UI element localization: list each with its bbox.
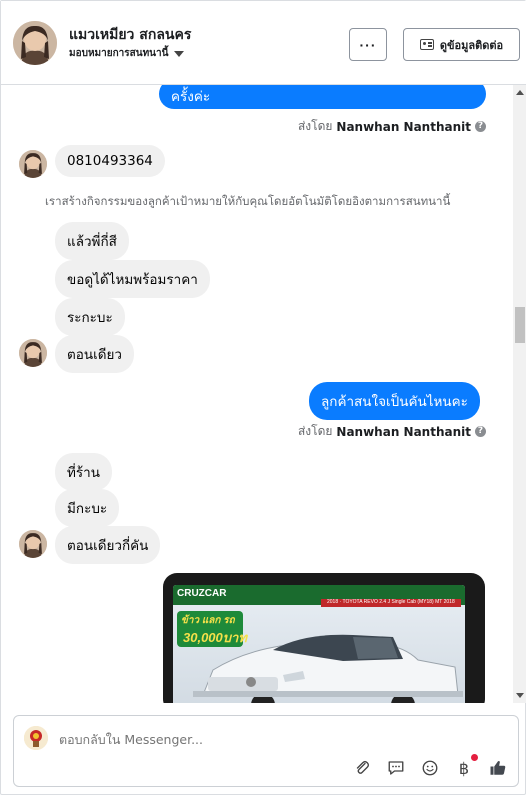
outgoing-message[interactable]: ลูกค้าสนใจเป็นคันไหนคะ [309, 382, 480, 420]
sent-by-prefix: ส่งโดย [297, 119, 333, 133]
system-note: เราสร้างกิจกรรมของลูกค้าเป้าหมายให้กับคุ… [45, 194, 451, 208]
sender-name: Nanwhan Nanthanit [336, 424, 471, 439]
contact-avatar[interactable] [13, 21, 57, 65]
advert-brand: CRUZCAR [177, 588, 227, 599]
composer-toolbar: ฿ [352, 754, 508, 778]
message-list-scrollbar[interactable] [513, 85, 526, 703]
like-thumbs-up-icon[interactable] [488, 758, 508, 778]
attach-file-icon[interactable] [352, 758, 372, 778]
contact-avatar-small[interactable] [19, 530, 47, 558]
contact-avatar-small[interactable] [19, 150, 47, 178]
assign-label: มอบหมายการสนทนานี้ [69, 48, 169, 59]
contact-info-label: ดูข้อมูลติดต่อ [439, 38, 504, 52]
sent-by-label: ส่งโดย Nanwhan Nanthanit ? [298, 422, 486, 441]
emoji-icon[interactable] [420, 758, 440, 778]
scroll-down-arrow-icon[interactable] [516, 693, 524, 698]
contact-avatar-small[interactable] [19, 339, 47, 367]
incoming-message[interactable]: แล้วพี่กี่สี [55, 222, 129, 260]
incoming-message[interactable]: มีกะบะ [55, 489, 120, 527]
scrollbar-thumb[interactable] [515, 307, 525, 343]
chat-window: แมวเหมียว สกลนคร มอบหมายการสนทนานี้ ··· … [0, 0, 526, 795]
conversation-header: แมวเหมียว สกลนคร มอบหมายการสนทนานี้ ··· … [1, 1, 526, 85]
incoming-message[interactable]: ขอดูได้ไหมพร้อมราคา [55, 260, 210, 298]
notification-dot [471, 754, 478, 761]
advert-model-text: 2018 · TOYOTA REVO 2.4 J Single Cab (MY1… [327, 599, 455, 605]
message-list[interactable]: ครั้งค่ะ ส่งโดย Nanwhan Nanthanit ? 0810… [1, 85, 513, 703]
image-attachment[interactable]: CRUZCAR 2018 · TOYOTA REVO 2.4 J Single … [163, 573, 485, 703]
sender-name: Nanwhan Nanthanit [336, 119, 471, 134]
contact-name[interactable]: แมวเหมียว สกลนคร [69, 24, 191, 46]
contact-card-icon [419, 39, 434, 50]
more-options-button[interactable]: ··· [349, 28, 387, 61]
view-contact-info-button[interactable]: ดูข้อมูลติดต่อ [403, 28, 520, 61]
sent-by-label: ส่งโดย Nanwhan Nanthanit ? [298, 117, 486, 136]
incoming-message[interactable]: ตอนเดียว [55, 335, 134, 373]
outgoing-message[interactable]: ครั้งค่ะ [159, 85, 486, 109]
assign-conversation-dropdown[interactable]: มอบหมายการสนทนานี้ [69, 46, 185, 61]
incoming-message[interactable]: ตอนเดียวกี่คัน [55, 526, 161, 564]
info-icon[interactable]: ? [475, 121, 486, 132]
incoming-message[interactable]: ระกะบะ [55, 298, 125, 336]
caret-down-icon [174, 50, 185, 57]
car-advert-image: CRUZCAR 2018 · TOYOTA REVO 2.4 J Single … [173, 585, 465, 703]
scroll-up-arrow-icon[interactable] [516, 90, 524, 95]
saved-replies-icon[interactable] [386, 758, 406, 778]
pickup-truck-image [193, 634, 463, 703]
incoming-message[interactable]: 0810493364 [55, 145, 165, 177]
sent-by-prefix: ส่งโดย [297, 424, 333, 438]
payment-baht-icon[interactable]: ฿ [454, 754, 478, 778]
page-avatar [24, 726, 48, 750]
message-composer: ฿ [13, 715, 519, 787]
incoming-message[interactable]: ที่ร้าน [55, 453, 112, 491]
reply-input[interactable] [59, 732, 459, 747]
info-icon[interactable]: ? [475, 426, 486, 437]
